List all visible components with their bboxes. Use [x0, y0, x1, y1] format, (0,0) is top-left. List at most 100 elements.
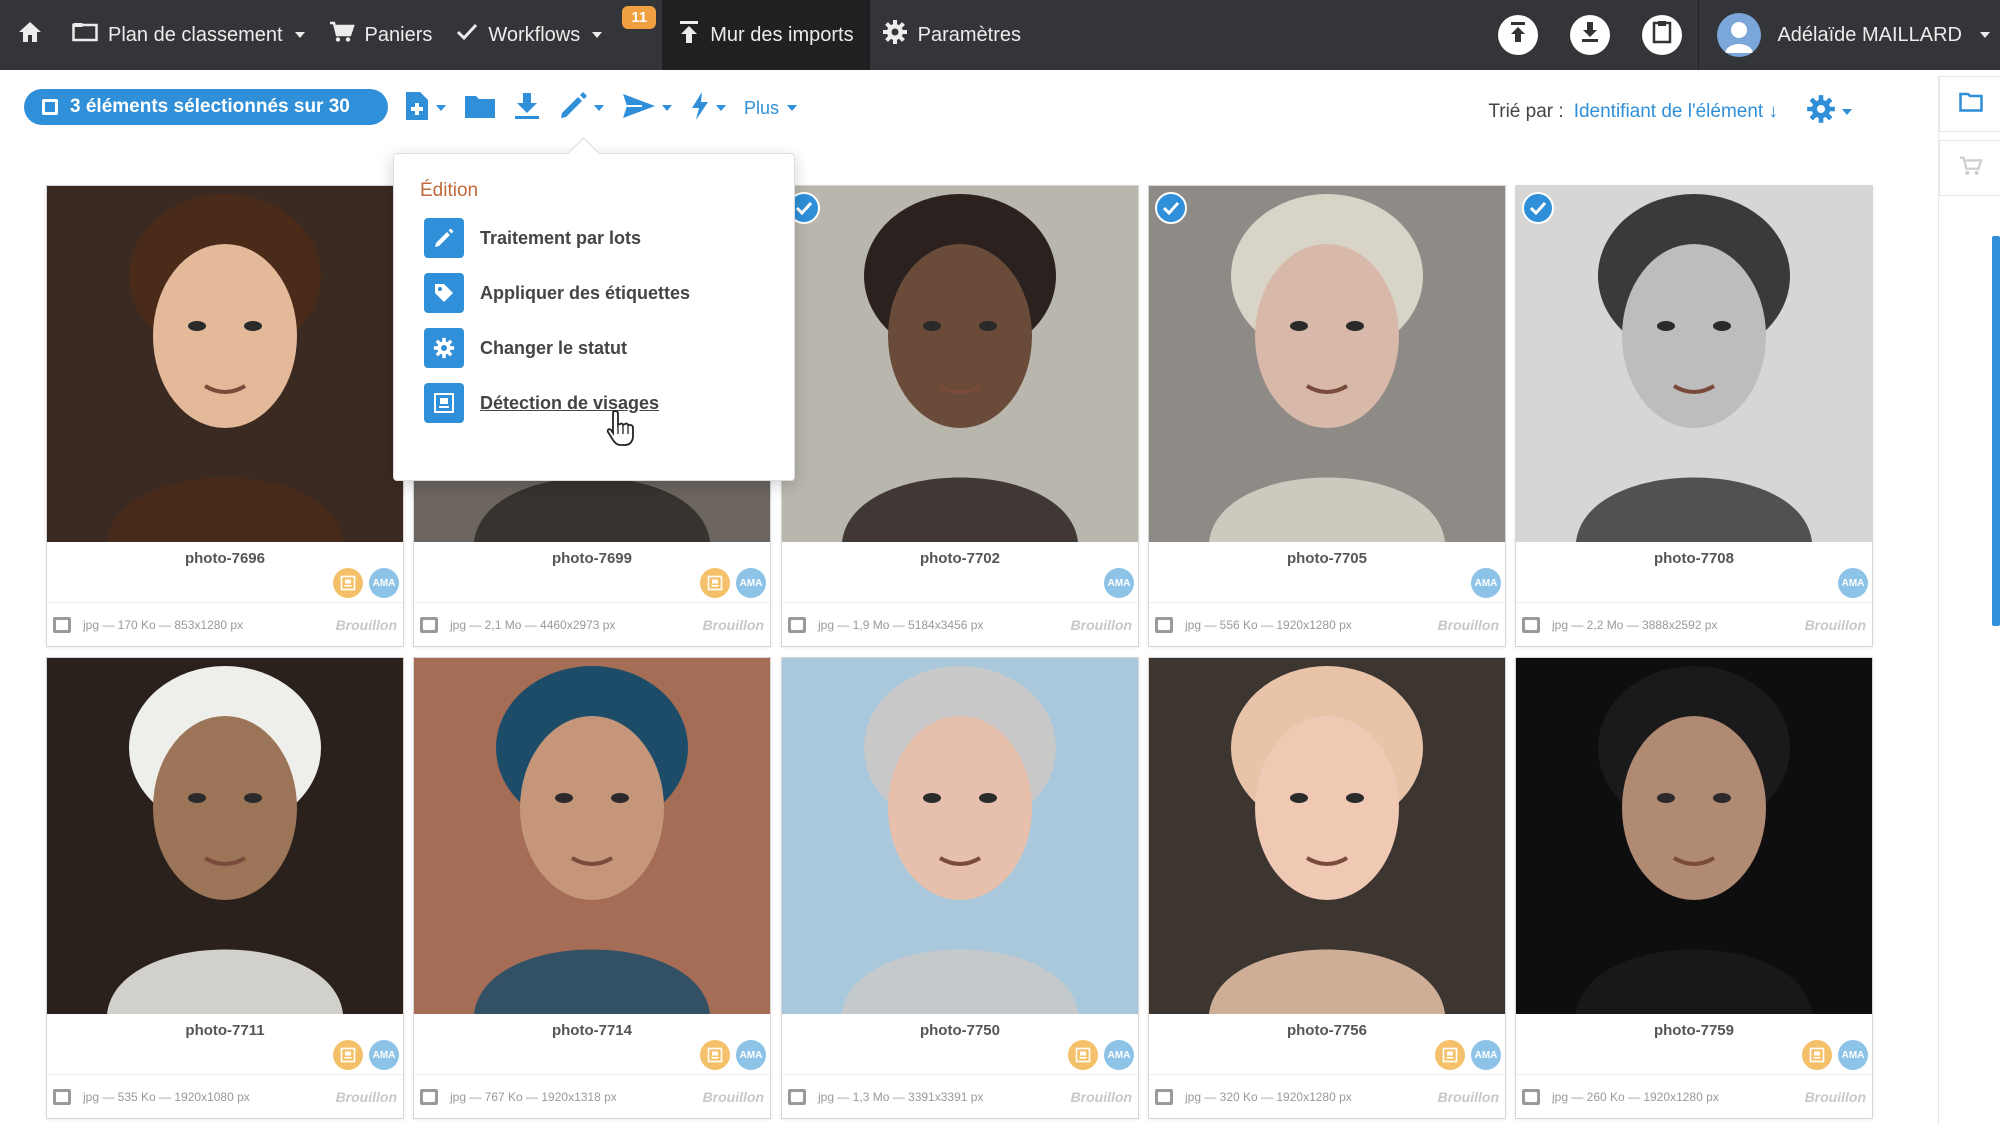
image-file-icon [788, 1088, 806, 1105]
home-button[interactable] [0, 0, 60, 70]
clipboard-button[interactable] [1642, 15, 1683, 55]
face-detection-icon[interactable] [1068, 1040, 1098, 1070]
photo-meta: jpg — 767 Ko — 1920x1318 px [450, 1089, 617, 1104]
photo-thumbnail[interactable] [1149, 658, 1505, 1014]
scrollbar[interactable] [1992, 236, 2000, 626]
nav-mur-des-imports[interactable]: Mur des imports [662, 0, 870, 70]
photo-meta: jpg — 1,3 Mo — 3391x3391 px [818, 1089, 984, 1104]
face-detection-icon[interactable] [1802, 1040, 1832, 1070]
folder-button[interactable] [464, 88, 496, 128]
chevron-down-icon [594, 105, 604, 111]
owner-avatar[interactable]: AMA [1838, 1040, 1868, 1070]
face-detection-icon[interactable] [700, 1040, 730, 1070]
photo-name: photo-7750 [919, 1022, 1000, 1039]
toolbar: 3 éléments sélectionnés sur 30 Plus Trié… [0, 70, 1940, 144]
status-label: Brouillon [1070, 1088, 1132, 1105]
more-label: Plus [744, 97, 780, 118]
avatar [1717, 13, 1762, 57]
face-detection-icon[interactable] [1435, 1040, 1465, 1070]
owner-avatar[interactable]: AMA [369, 568, 399, 598]
send-icon [622, 92, 656, 125]
photo-card[interactable]: photo-7756 AMA jpg — 320 Ko — 1920x1280 px… [1148, 657, 1506, 1119]
download-button[interactable] [514, 88, 540, 128]
photo-thumbnail[interactable] [414, 658, 770, 1014]
face-detection-icon[interactable] [333, 1040, 363, 1070]
edit-menu-button[interactable] [558, 88, 604, 128]
pencil-icon [424, 218, 464, 258]
photo-thumbnail[interactable] [1149, 186, 1505, 542]
nav-plan-de-classement[interactable]: Plan de classement [60, 0, 317, 70]
image-file-icon [1155, 1088, 1173, 1105]
menu-item-changer-le-statut[interactable]: Changer le statut [424, 328, 627, 368]
nav-label: Workflows [488, 23, 581, 46]
photo-meta: jpg — 170 Ko — 853x1280 px [83, 617, 244, 632]
owner-avatar[interactable]: AMA [1104, 568, 1134, 598]
download-button[interactable] [1570, 15, 1611, 55]
photo-card[interactable]: photo-7696 AMA jpg — 170 Ko — 853x1280 px B… [46, 185, 404, 647]
owner-avatar[interactable]: AMA [369, 1040, 399, 1070]
photo-card[interactable]: photo-7750 AMA jpg — 1,3 Mo — 3391x3391 px… [781, 657, 1139, 1119]
menu-section-title: Édition [420, 180, 479, 201]
owner-avatar[interactable]: AMA [1471, 568, 1501, 598]
rail-folder-button[interactable] [1939, 76, 2000, 132]
send-button[interactable] [622, 88, 672, 128]
card-badges: AMA [1802, 1040, 1868, 1070]
card-badges: AMA [700, 1040, 766, 1070]
photo-thumbnail[interactable] [782, 658, 1138, 1014]
menu-item-traitement-par-lots[interactable]: Traitement par lots [424, 218, 641, 258]
photo-card[interactable]: photo-7705 AMA jpg — 556 Ko — 1920x1280 px… [1148, 185, 1506, 647]
photo-meta: jpg — 320 Ko — 1920x1280 px [1185, 1089, 1352, 1104]
chevron-down-icon [716, 105, 726, 111]
photo-thumbnail[interactable] [1516, 186, 1872, 542]
check-icon [456, 23, 478, 47]
nav-label: Paramètres [917, 23, 1021, 46]
photo-thumbnail[interactable] [47, 186, 403, 542]
rail-cart-button[interactable] [1939, 140, 2000, 196]
nav-workflows[interactable]: Workflows 11 [444, 0, 657, 70]
nav-parametres[interactable]: Paramètres [870, 0, 1033, 70]
cart-icon [329, 21, 355, 49]
photo-meta: jpg — 2,1 Mo — 4460x2973 px [450, 617, 616, 632]
photo-card[interactable]: photo-7711 AMA jpg — 535 Ko — 1920x1080 px… [46, 657, 404, 1119]
sort-control: Trié par : Identifiant de l'élément ↓ [1488, 94, 1852, 130]
more-menu-button[interactable]: Plus [744, 88, 798, 128]
owner-avatar[interactable]: AMA [1471, 1040, 1501, 1070]
selected-check-icon[interactable] [1155, 192, 1187, 224]
image-file-icon [1522, 1088, 1540, 1105]
photo-thumbnail[interactable] [47, 658, 403, 1014]
face-detection-icon[interactable] [700, 568, 730, 598]
photo-card[interactable]: photo-7714 AMA jpg — 767 Ko — 1920x1318 px… [413, 657, 771, 1119]
gear-icon [424, 328, 464, 368]
face-detection-icon[interactable] [333, 568, 363, 598]
selected-check-icon[interactable] [1522, 192, 1554, 224]
owner-avatar[interactable]: AMA [1104, 1040, 1134, 1070]
owner-avatar[interactable]: AMA [1838, 568, 1868, 598]
photo-card[interactable]: photo-7759 AMA jpg — 260 Ko — 1920x1280 px… [1515, 657, 1873, 1119]
nav-label: Mur des imports [710, 23, 854, 46]
upload-button[interactable] [1498, 15, 1539, 55]
photo-meta-bar: jpg — 260 Ko — 1920x1280 px Brouillon [1516, 1074, 1872, 1118]
menu-item-appliquer-des-etiquettes[interactable]: Appliquer des étiquettes [424, 273, 690, 313]
chevron-down-icon [787, 105, 798, 111]
home-icon [17, 20, 43, 50]
photo-thumbnail[interactable] [1516, 658, 1872, 1014]
photo-meta-bar: jpg — 1,9 Mo — 5184x3456 px Brouillon [782, 602, 1138, 646]
display-settings-button[interactable] [1806, 94, 1852, 130]
actions-button[interactable] [690, 88, 726, 128]
cart-icon [1959, 155, 1983, 182]
photo-name: photo-7711 [185, 1022, 265, 1039]
nav-paniers[interactable]: Paniers [317, 0, 445, 70]
owner-avatar[interactable]: AMA [736, 1040, 766, 1070]
new-document-button[interactable] [404, 88, 446, 128]
card-badges: AMA [1068, 1040, 1134, 1070]
status-label: Brouillon [1437, 1088, 1499, 1105]
menu-item-label: Changer le statut [480, 337, 628, 358]
owner-avatar[interactable]: AMA [736, 568, 766, 598]
photo-card[interactable]: photo-7708 AMA jpg — 2,2 Mo — 3888x2592 px… [1515, 185, 1873, 647]
photo-thumbnail[interactable] [782, 186, 1138, 542]
sort-field-link[interactable]: Identifiant de l'élément ↓ [1574, 101, 1778, 123]
photo-meta-bar: jpg — 2,2 Mo — 3888x2592 px Brouillon [1516, 602, 1872, 646]
photo-card[interactable]: photo-7702 AMA jpg — 1,9 Mo — 5184x3456 px… [781, 185, 1139, 647]
selection-counter-button[interactable]: 3 éléments sélectionnés sur 30 [24, 89, 388, 125]
user-menu[interactable]: Adélaïde MAILLARD [1698, 0, 2000, 70]
